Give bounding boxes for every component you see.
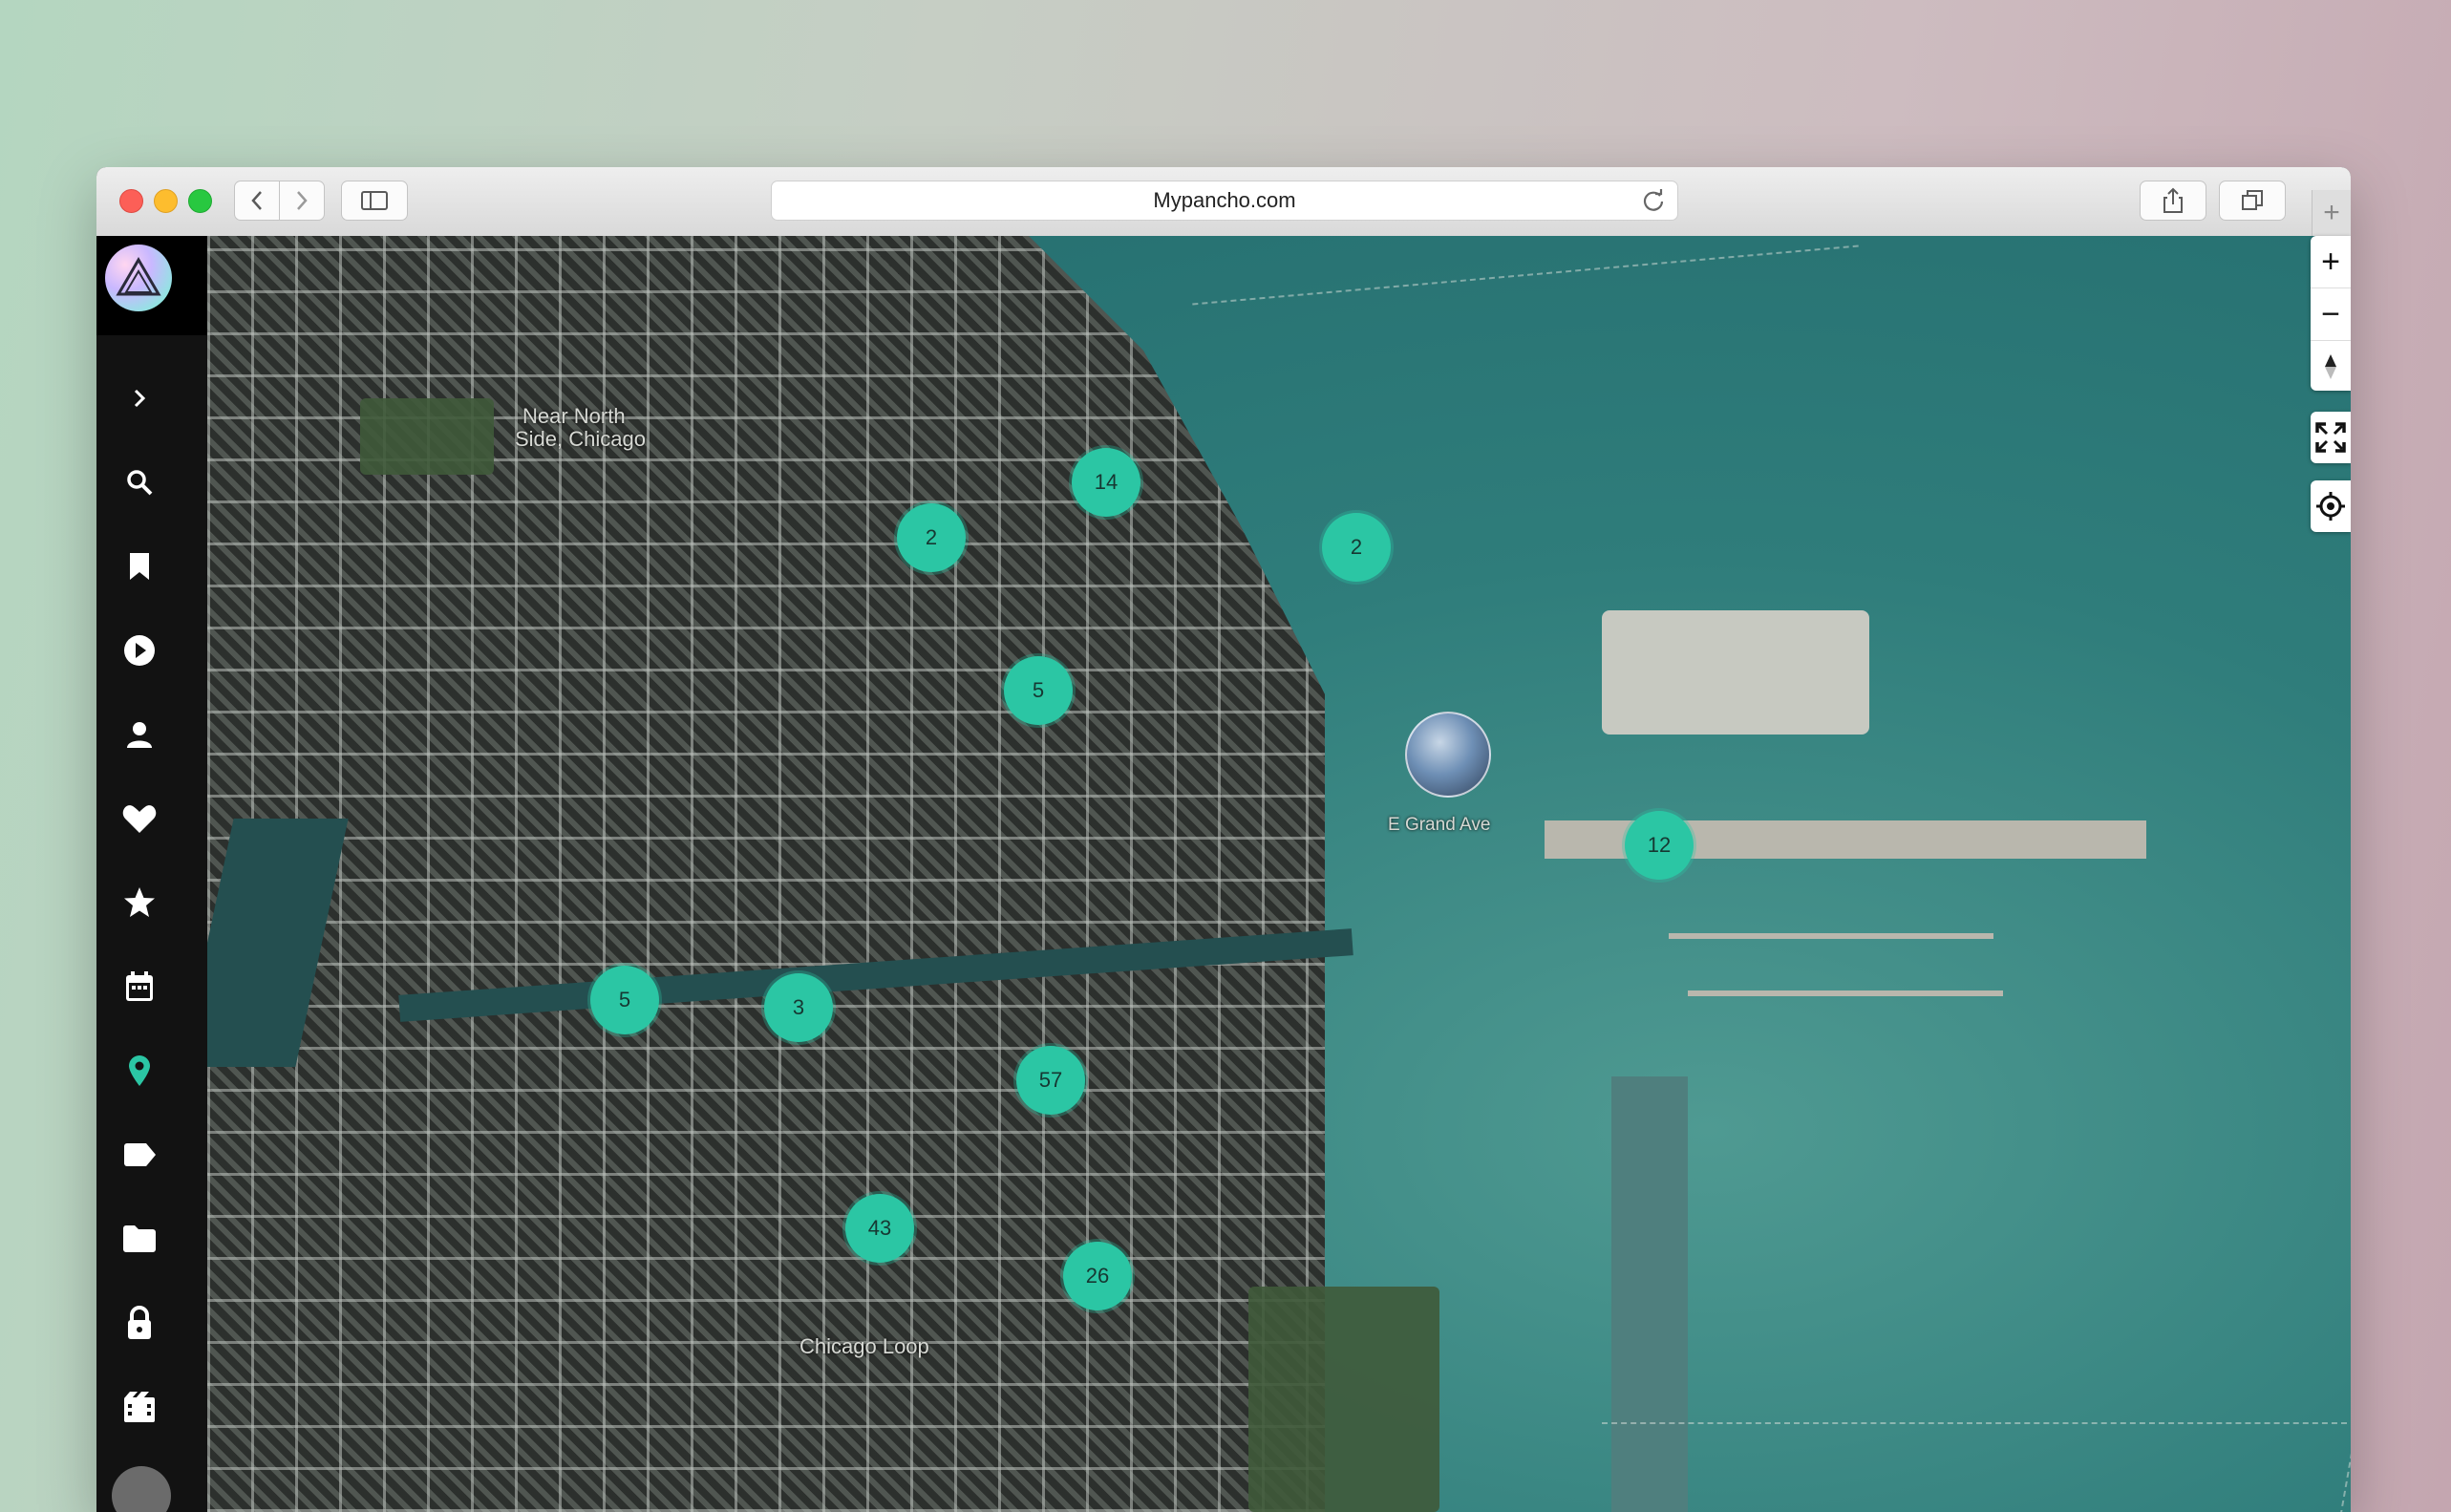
map-cluster[interactable]: 2 [1322, 513, 1391, 582]
fullscreen-button[interactable] [2311, 412, 2351, 463]
sidebar-item-media[interactable] [120, 631, 159, 670]
sidebar-item-favorites[interactable] [120, 799, 159, 838]
calendar-icon [126, 971, 153, 1001]
park-area [360, 398, 494, 475]
map-cluster[interactable]: 12 [1625, 811, 1694, 880]
map-cluster[interactable]: 26 [1063, 1242, 1132, 1310]
chevron-left-icon [251, 191, 262, 210]
film-icon [124, 1392, 155, 1422]
share-button[interactable] [2140, 181, 2206, 221]
map-cluster[interactable]: 2 [897, 503, 966, 572]
sidebar-item-places[interactable] [120, 1052, 159, 1090]
map-cluster[interactable]: 14 [1072, 448, 1140, 517]
reload-icon[interactable] [1641, 188, 1666, 213]
user-icon [127, 722, 152, 748]
locate-me-button[interactable] [2311, 480, 2351, 532]
folder-icon [123, 1225, 156, 1252]
show-tabs-button[interactable] [2219, 181, 2286, 221]
minimize-window-button[interactable] [154, 189, 178, 213]
maximize-window-button[interactable] [188, 189, 212, 213]
play-icon [124, 635, 155, 666]
map-label-chicago-loop: Chicago Loop [799, 1334, 929, 1358]
sidebar-item-videos[interactable] [120, 1388, 159, 1426]
sidebar-item-bookmarks[interactable] [120, 547, 159, 586]
bookmark-icon [130, 553, 149, 580]
map-cluster[interactable]: 5 [1004, 656, 1073, 725]
lock-icon [128, 1306, 151, 1339]
map-label-near-north-2: Side, Chicago [515, 427, 646, 451]
satellite-map[interactable]: Near North Side, Chicago E Grand Ave Chi… [207, 236, 2351, 1512]
map-cluster[interactable]: 43 [845, 1194, 914, 1263]
url-text: Mypancho.com [1153, 188, 1296, 212]
forward-button[interactable] [279, 181, 325, 221]
sidebar-item-starred[interactable] [120, 884, 159, 922]
zoom-control: + − [2311, 236, 2351, 391]
sidebar-icon [361, 191, 388, 210]
compass-icon [2325, 354, 2336, 379]
address-bar[interactable]: Mypancho.com [771, 181, 1678, 221]
zoom-out-button[interactable]: − [2311, 288, 2351, 341]
compass-button[interactable] [2311, 341, 2351, 393]
logo-area [96, 236, 207, 335]
tag-icon [124, 1143, 156, 1166]
sidebar-item-search[interactable] [120, 463, 159, 501]
browser-toolbar: Mypancho.com + [96, 167, 2351, 237]
sidebar-item-private[interactable] [120, 1304, 159, 1342]
avatar[interactable] [112, 1466, 171, 1512]
map-cluster[interactable]: 3 [764, 973, 833, 1042]
expand-sidebar-button[interactable] [120, 379, 159, 417]
map-label-near-north: Near North [522, 404, 626, 428]
sidebar-item-tags[interactable] [120, 1136, 159, 1174]
sidebar-toggle-button[interactable] [341, 181, 408, 221]
map-pin-icon [129, 1055, 150, 1086]
park-area [1248, 1287, 1439, 1512]
heart-icon [122, 805, 157, 833]
crosshair-icon [2316, 492, 2345, 521]
sidebar-item-people[interactable] [120, 715, 159, 754]
search-icon [127, 470, 153, 496]
chevron-right-icon [134, 389, 146, 408]
zoom-in-button[interactable]: + [2311, 236, 2351, 288]
app-logo[interactable] [105, 245, 172, 311]
app-sidebar [96, 236, 207, 1512]
plus-icon: + [2323, 197, 2340, 228]
fullscreen-icon [2315, 422, 2346, 453]
breakwater [1602, 1422, 2347, 1424]
sidebar-item-calendar[interactable] [120, 968, 159, 1006]
map-label-grand-ave: E Grand Ave [1388, 815, 1491, 835]
new-tab-button[interactable]: + [2312, 190, 2351, 236]
sidebar-item-folders[interactable] [120, 1220, 159, 1258]
map-cluster[interactable]: 57 [1016, 1046, 1085, 1115]
share-icon [2163, 187, 2183, 213]
tabs-icon [2242, 190, 2263, 210]
triangle-logo-icon [116, 257, 161, 296]
browser-window: Mypancho.com + Near North Side, Chicago … [96, 167, 2351, 1512]
chevron-right-icon [297, 191, 308, 210]
map-cluster[interactable]: 5 [590, 966, 659, 1034]
photo-marker[interactable] [1405, 712, 1491, 798]
star-icon [124, 887, 155, 917]
close-window-button[interactable] [119, 189, 143, 213]
back-button[interactable] [234, 181, 280, 221]
